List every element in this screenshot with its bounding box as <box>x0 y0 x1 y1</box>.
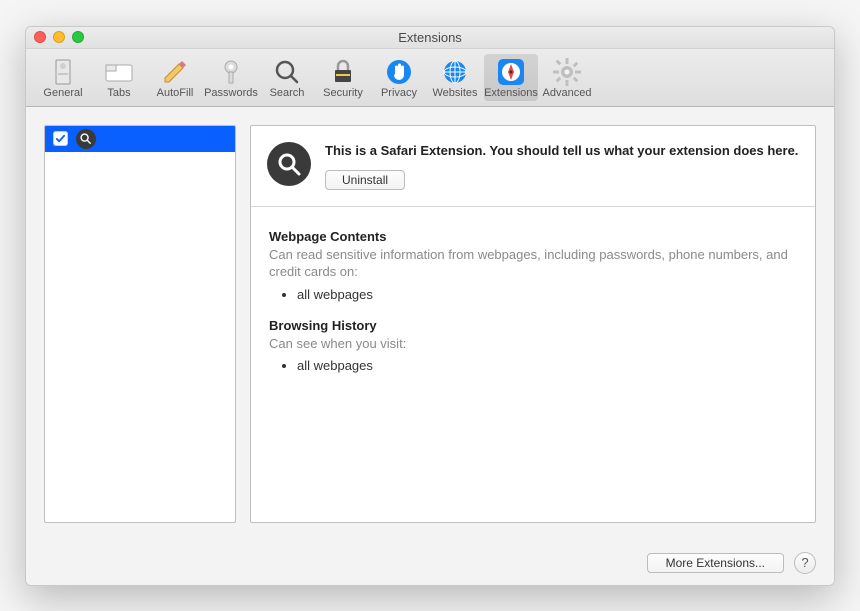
hand-icon <box>383 58 415 86</box>
tab-label: Websites <box>432 87 477 99</box>
extension-list-item[interactable] <box>45 126 235 152</box>
tab-general[interactable]: General <box>36 54 90 101</box>
tab-label: AutoFill <box>157 87 194 99</box>
permissions-section-subtitle: Can read sensitive information from webp… <box>269 246 797 281</box>
extension-enable-checkbox[interactable] <box>53 131 68 146</box>
extension-detail-panel: This is a Safari Extension. You should t… <box>250 125 816 523</box>
permissions-body: Webpage Contents Can read sensitive info… <box>251 207 815 412</box>
uninstall-button[interactable]: Uninstall <box>325 170 405 190</box>
lock-icon <box>327 58 359 86</box>
help-button[interactable]: ? <box>794 552 816 574</box>
tab-search[interactable]: Search <box>260 54 314 101</box>
tab-label: Search <box>270 87 305 99</box>
tab-privacy[interactable]: Privacy <box>372 54 426 101</box>
more-extensions-button[interactable]: More Extensions... <box>647 553 784 573</box>
extension-description: This is a Safari Extension. You should t… <box>325 142 799 160</box>
search-icon <box>271 58 303 86</box>
permissions-section-title: Browsing History <box>269 318 797 333</box>
preferences-toolbar: General Tabs AutoFill Passwords <box>26 49 834 107</box>
extension-item-icon <box>76 129 96 149</box>
detail-header: This is a Safari Extension. You should t… <box>251 126 815 207</box>
tab-label: Extensions <box>484 87 538 99</box>
preferences-window: Extensions General Tabs AutoFill <box>25 26 835 586</box>
extensions-sidebar <box>44 125 236 523</box>
content-area: This is a Safari Extension. You should t… <box>26 107 834 541</box>
tab-extensions[interactable]: Extensions <box>484 54 538 101</box>
permissions-bullet: all webpages <box>297 358 797 373</box>
general-icon <box>47 58 79 86</box>
compass-icon <box>495 58 527 86</box>
tab-label: Tabs <box>107 87 130 99</box>
pencil-icon <box>159 58 191 86</box>
tab-label: Passwords <box>204 87 258 99</box>
titlebar: Extensions <box>26 27 834 49</box>
tab-label: Advanced <box>543 87 592 99</box>
tab-websites[interactable]: Websites <box>428 54 482 101</box>
tab-label: Privacy <box>381 87 417 99</box>
extension-detail-icon <box>267 142 311 186</box>
gear-icon <box>551 58 583 86</box>
tab-advanced[interactable]: Advanced <box>540 54 594 101</box>
footer: More Extensions... ? <box>26 541 834 585</box>
tab-label: General <box>43 87 82 99</box>
globe-icon <box>439 58 471 86</box>
window-title: Extensions <box>26 30 834 45</box>
tab-passwords[interactable]: Passwords <box>204 54 258 101</box>
tabs-icon <box>103 58 135 86</box>
permissions-bullet: all webpages <box>297 287 797 302</box>
tab-label: Security <box>323 87 363 99</box>
permissions-section-subtitle: Can see when you visit: <box>269 335 797 353</box>
key-icon <box>215 58 247 86</box>
tab-tabs[interactable]: Tabs <box>92 54 146 101</box>
tab-security[interactable]: Security <box>316 54 370 101</box>
permissions-section-title: Webpage Contents <box>269 229 797 244</box>
tab-autofill[interactable]: AutoFill <box>148 54 202 101</box>
